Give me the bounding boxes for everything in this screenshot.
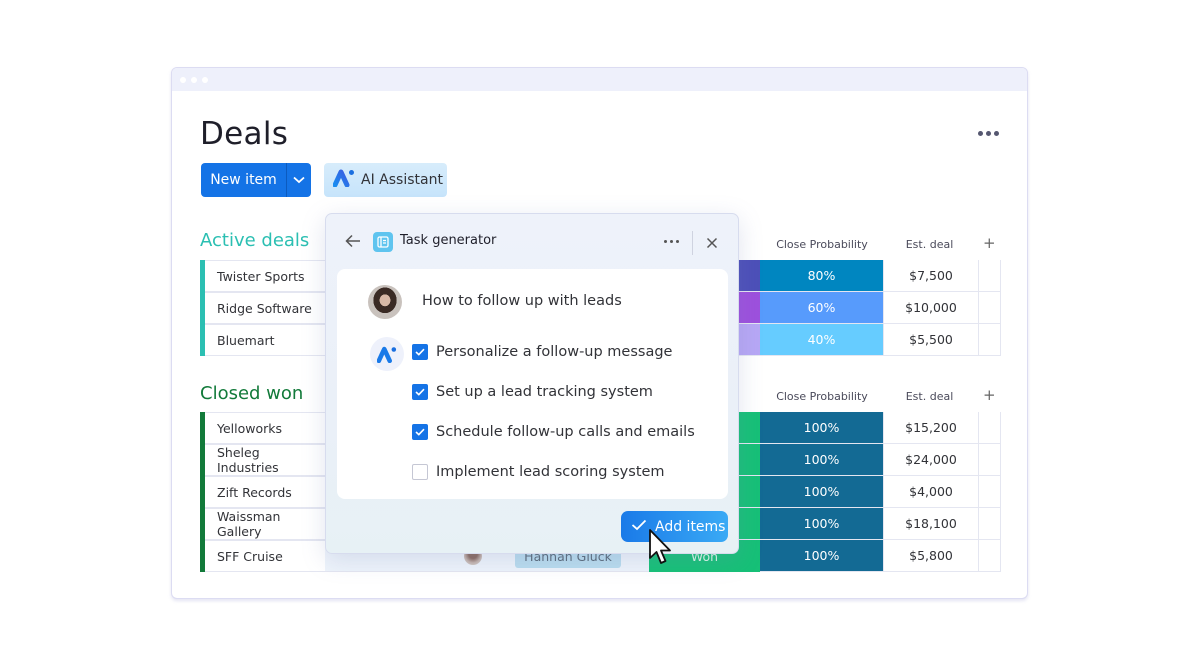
empty-cell[interactable]	[978, 508, 1001, 540]
est-deal-cell[interactable]: $24,000	[883, 444, 978, 476]
empty-cell[interactable]	[978, 292, 1001, 324]
table-row-name[interactable]: Zift Records	[205, 476, 325, 508]
column-header-est-deal[interactable]: Est. deal	[882, 390, 977, 403]
probability-cell[interactable]: 100%	[760, 508, 883, 540]
group-title-active-deals[interactable]: Active deals	[200, 230, 309, 251]
task-label: Set up a lead tracking system	[436, 384, 653, 400]
probability-cell[interactable]: 100%	[760, 444, 883, 476]
title-bar	[172, 68, 1027, 91]
task-item[interactable]: Schedule follow-up calls and emails	[412, 424, 695, 440]
table-row-name[interactable]: Yelloworks	[205, 412, 325, 444]
table-row-name[interactable]: Waissman Gallery	[205, 508, 325, 540]
est-deal-cell[interactable]: $10,000	[883, 292, 978, 324]
task-generator-dialog: Task generator How to follow up with lea…	[325, 213, 739, 554]
est-deal-cell[interactable]: $18,100	[883, 508, 978, 540]
checkbox-checked[interactable]	[412, 344, 428, 360]
task-label: Schedule follow-up calls and emails	[436, 424, 695, 440]
probability-cell[interactable]: 80%	[760, 260, 883, 292]
chevron-down-icon[interactable]	[287, 163, 311, 197]
check-icon	[631, 519, 647, 535]
new-item-button[interactable]: New item	[201, 163, 311, 197]
arrow-left-icon[interactable]	[344, 232, 362, 250]
task-item[interactable]: Implement lead scoring system	[412, 464, 665, 480]
empty-cell[interactable]	[978, 260, 1001, 292]
column-header-close-probability[interactable]: Close Probability	[772, 390, 872, 403]
more-horizontal-icon[interactable]	[664, 240, 679, 243]
task-item[interactable]: Set up a lead tracking system	[412, 384, 653, 400]
table-row-name[interactable]: Sheleg Industries	[205, 444, 325, 476]
close-icon[interactable]	[705, 235, 719, 249]
mouse-pointer-icon	[648, 528, 674, 566]
table-row-name[interactable]: Ridge Software	[205, 292, 325, 324]
probability-cell[interactable]: 40%	[760, 324, 883, 356]
probability-cell[interactable]: 60%	[760, 292, 883, 324]
empty-cell[interactable]	[978, 444, 1001, 476]
add-items-button[interactable]: Add items	[621, 511, 728, 542]
page-title: Deals	[200, 116, 289, 152]
ai-assistant-button[interactable]: AI Assistant	[324, 163, 447, 197]
task-item[interactable]: Personalize a follow-up message	[412, 344, 672, 360]
est-deal-cell[interactable]: $5,800	[883, 540, 978, 572]
probability-cell[interactable]: 100%	[760, 476, 883, 508]
task-label: Implement lead scoring system	[436, 464, 665, 480]
checkbox-checked[interactable]	[412, 424, 428, 440]
more-horizontal-icon[interactable]	[975, 126, 1001, 140]
divider	[692, 231, 693, 255]
dialog-title: Task generator	[400, 233, 497, 248]
column-header-est-deal[interactable]: Est. deal	[882, 238, 977, 251]
table-row-name[interactable]: Bluemart	[205, 324, 325, 356]
empty-cell[interactable]	[978, 412, 1001, 444]
window-control-dot[interactable]	[191, 77, 197, 83]
task-card: How to follow up with leads Personalize …	[337, 269, 728, 499]
empty-cell[interactable]	[978, 324, 1001, 356]
est-deal-cell[interactable]: $5,500	[883, 324, 978, 356]
probability-cell[interactable]: 100%	[760, 412, 883, 444]
ai-logo-icon	[370, 337, 404, 371]
ai-logo-icon	[332, 169, 355, 191]
window-control-dot[interactable]	[202, 77, 208, 83]
est-deal-cell[interactable]: $4,000	[883, 476, 978, 508]
user-avatar	[368, 285, 402, 319]
new-item-label[interactable]: New item	[201, 163, 286, 197]
window-control-dot[interactable]	[180, 77, 186, 83]
task-generator-icon	[373, 232, 393, 252]
est-deal-cell[interactable]: $15,200	[883, 412, 978, 444]
prompt-text: How to follow up with leads	[422, 293, 622, 309]
ai-assistant-label: AI Assistant	[361, 172, 443, 188]
add-column-icon[interactable]: +	[983, 386, 996, 404]
table-row-name[interactable]: SFF Cruise	[205, 540, 325, 572]
empty-cell[interactable]	[978, 476, 1001, 508]
table-row-name[interactable]: Twister Sports	[205, 260, 325, 292]
task-label: Personalize a follow-up message	[436, 344, 673, 360]
est-deal-cell[interactable]: $7,500	[883, 260, 978, 292]
checkbox-checked[interactable]	[412, 384, 428, 400]
group-title-closed-won[interactable]: Closed won	[200, 383, 303, 404]
column-header-close-probability[interactable]: Close Probability	[772, 238, 872, 251]
probability-cell[interactable]: 100%	[760, 540, 883, 572]
add-column-icon[interactable]: +	[983, 234, 996, 252]
empty-cell[interactable]	[978, 540, 1001, 572]
checkbox-unchecked[interactable]	[412, 464, 428, 480]
